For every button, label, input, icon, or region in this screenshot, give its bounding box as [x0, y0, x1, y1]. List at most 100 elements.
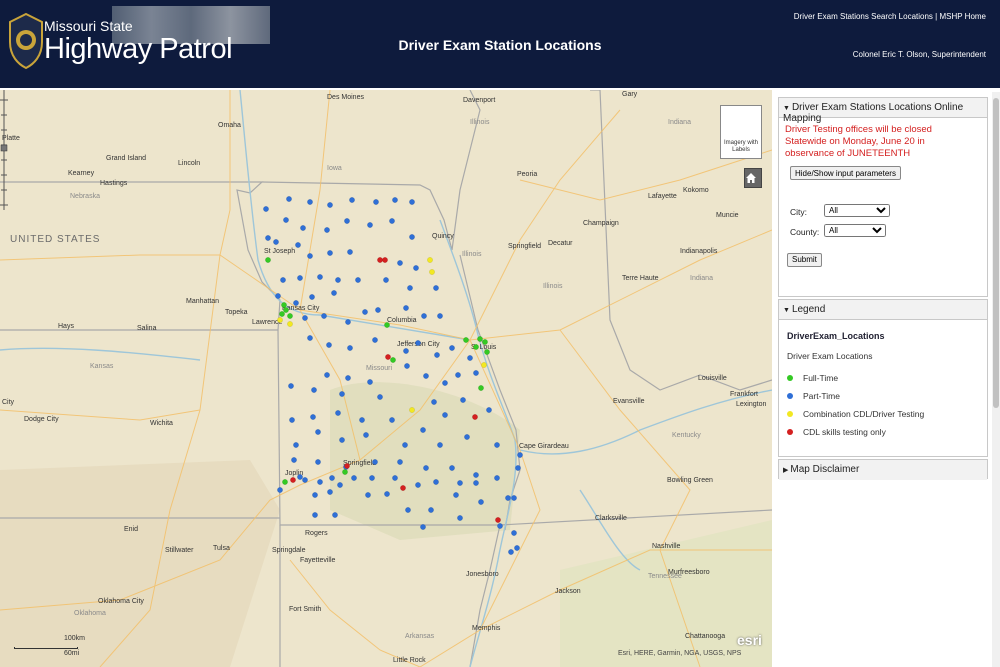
part-time-station-marker[interactable] — [351, 475, 357, 481]
part-time-station-marker[interactable] — [372, 337, 378, 343]
part-time-station-marker[interactable] — [295, 242, 301, 248]
part-time-station-marker[interactable] — [332, 512, 338, 518]
part-time-station-marker[interactable] — [347, 345, 353, 351]
part-time-station-marker[interactable] — [324, 227, 330, 233]
part-time-station-marker[interactable] — [349, 197, 355, 203]
part-time-station-marker[interactable] — [365, 492, 371, 498]
part-time-station-marker[interactable] — [397, 260, 403, 266]
part-time-station-marker[interactable] — [302, 477, 308, 483]
part-time-station-marker[interactable] — [453, 492, 459, 498]
combination-station-marker[interactable] — [409, 407, 415, 413]
full-time-station-marker[interactable] — [282, 479, 288, 485]
part-time-station-marker[interactable] — [478, 499, 484, 505]
combination-station-marker[interactable] — [277, 317, 283, 323]
part-time-station-marker[interactable] — [473, 480, 479, 486]
cdl-station-marker[interactable] — [400, 485, 406, 491]
part-time-station-marker[interactable] — [455, 372, 461, 378]
basemap[interactable]: Nebraska Iowa Illinois Illinois Illinois Kans… — [0, 90, 772, 667]
part-time-station-marker[interactable] — [404, 363, 410, 369]
part-time-station-marker[interactable] — [265, 235, 271, 241]
cdl-station-marker[interactable] — [377, 257, 383, 263]
part-time-station-marker[interactable] — [302, 315, 308, 321]
part-time-station-marker[interactable] — [372, 459, 378, 465]
part-time-station-marker[interactable] — [420, 524, 426, 530]
full-time-station-marker[interactable] — [482, 339, 488, 345]
part-time-station-marker[interactable] — [403, 348, 409, 354]
part-time-station-marker[interactable] — [309, 294, 315, 300]
part-time-station-marker[interactable] — [335, 277, 341, 283]
part-time-station-marker[interactable] — [517, 452, 523, 458]
part-time-station-marker[interactable] — [307, 199, 313, 205]
part-time-station-marker[interactable] — [433, 479, 439, 485]
part-time-station-marker[interactable] — [324, 372, 330, 378]
part-time-station-marker[interactable] — [297, 275, 303, 281]
part-time-station-marker[interactable] — [345, 319, 351, 325]
part-time-station-marker[interactable] — [457, 515, 463, 521]
part-time-station-marker[interactable] — [369, 475, 375, 481]
part-time-station-marker[interactable] — [377, 394, 383, 400]
part-time-station-marker[interactable] — [286, 196, 292, 202]
part-time-station-marker[interactable] — [437, 442, 443, 448]
part-time-station-marker[interactable] — [326, 342, 332, 348]
cdl-station-marker[interactable] — [382, 257, 388, 263]
part-time-station-marker[interactable] — [423, 465, 429, 471]
part-time-station-marker[interactable] — [329, 475, 335, 481]
city-select[interactable]: All — [824, 203, 890, 217]
part-time-station-marker[interactable] — [514, 545, 520, 551]
part-time-station-marker[interactable] — [407, 285, 413, 291]
map-disclaimer-header[interactable]: ▶ Map Disclaimer — [779, 460, 987, 480]
part-time-station-marker[interactable] — [473, 472, 479, 478]
part-time-station-marker[interactable] — [315, 459, 321, 465]
part-time-station-marker[interactable] — [331, 290, 337, 296]
full-time-station-marker[interactable] — [265, 257, 271, 263]
part-time-station-marker[interactable] — [449, 465, 455, 471]
full-time-station-marker[interactable] — [390, 357, 396, 363]
part-time-station-marker[interactable] — [392, 475, 398, 481]
part-time-station-marker[interactable] — [344, 218, 350, 224]
part-time-station-marker[interactable] — [275, 293, 281, 299]
part-time-station-marker[interactable] — [405, 507, 411, 513]
part-time-station-marker[interactable] — [431, 399, 437, 405]
home-button[interactable] — [744, 168, 762, 188]
part-time-station-marker[interactable] — [327, 250, 333, 256]
zoom-handle[interactable] — [0, 144, 8, 152]
hide-show-parameters-button[interactable]: Hide/Show input parameters — [790, 166, 901, 180]
full-time-station-marker[interactable] — [463, 337, 469, 343]
part-time-station-marker[interactable] — [457, 480, 463, 486]
zoom-slider[interactable] — [0, 90, 8, 210]
part-time-station-marker[interactable] — [317, 479, 323, 485]
part-time-station-marker[interactable] — [494, 475, 500, 481]
full-time-station-marker[interactable] — [279, 311, 285, 317]
part-time-station-marker[interactable] — [337, 482, 343, 488]
part-time-station-marker[interactable] — [297, 474, 303, 480]
part-time-station-marker[interactable] — [442, 412, 448, 418]
part-time-station-marker[interactable] — [288, 383, 294, 389]
page-scrollbar-thumb[interactable] — [993, 98, 999, 408]
part-time-station-marker[interactable] — [486, 407, 492, 413]
combination-station-marker[interactable] — [481, 362, 487, 368]
full-time-station-marker[interactable] — [283, 307, 289, 313]
part-time-station-marker[interactable] — [359, 417, 365, 423]
part-time-station-marker[interactable] — [312, 492, 318, 498]
part-time-station-marker[interactable] — [339, 437, 345, 443]
online-mapping-header[interactable]: ▼ Driver Exam Stations Locations Online M… — [779, 98, 987, 124]
part-time-station-marker[interactable] — [467, 355, 473, 361]
part-time-station-marker[interactable] — [293, 442, 299, 448]
part-time-station-marker[interactable] — [273, 239, 279, 245]
part-time-station-marker[interactable] — [335, 410, 341, 416]
part-time-station-marker[interactable] — [409, 234, 415, 240]
part-time-station-marker[interactable] — [423, 373, 429, 379]
part-time-station-marker[interactable] — [420, 427, 426, 433]
full-time-station-marker[interactable] — [484, 349, 490, 355]
part-time-station-marker[interactable] — [283, 217, 289, 223]
part-time-station-marker[interactable] — [383, 277, 389, 283]
full-time-station-marker[interactable] — [342, 469, 348, 475]
full-time-station-marker[interactable] — [477, 336, 483, 342]
part-time-station-marker[interactable] — [413, 265, 419, 271]
cdl-station-marker[interactable] — [344, 463, 350, 469]
part-time-station-marker[interactable] — [505, 495, 511, 501]
part-time-station-marker[interactable] — [460, 397, 466, 403]
part-time-station-marker[interactable] — [515, 465, 521, 471]
part-time-station-marker[interactable] — [508, 549, 514, 555]
part-time-station-marker[interactable] — [347, 249, 353, 255]
